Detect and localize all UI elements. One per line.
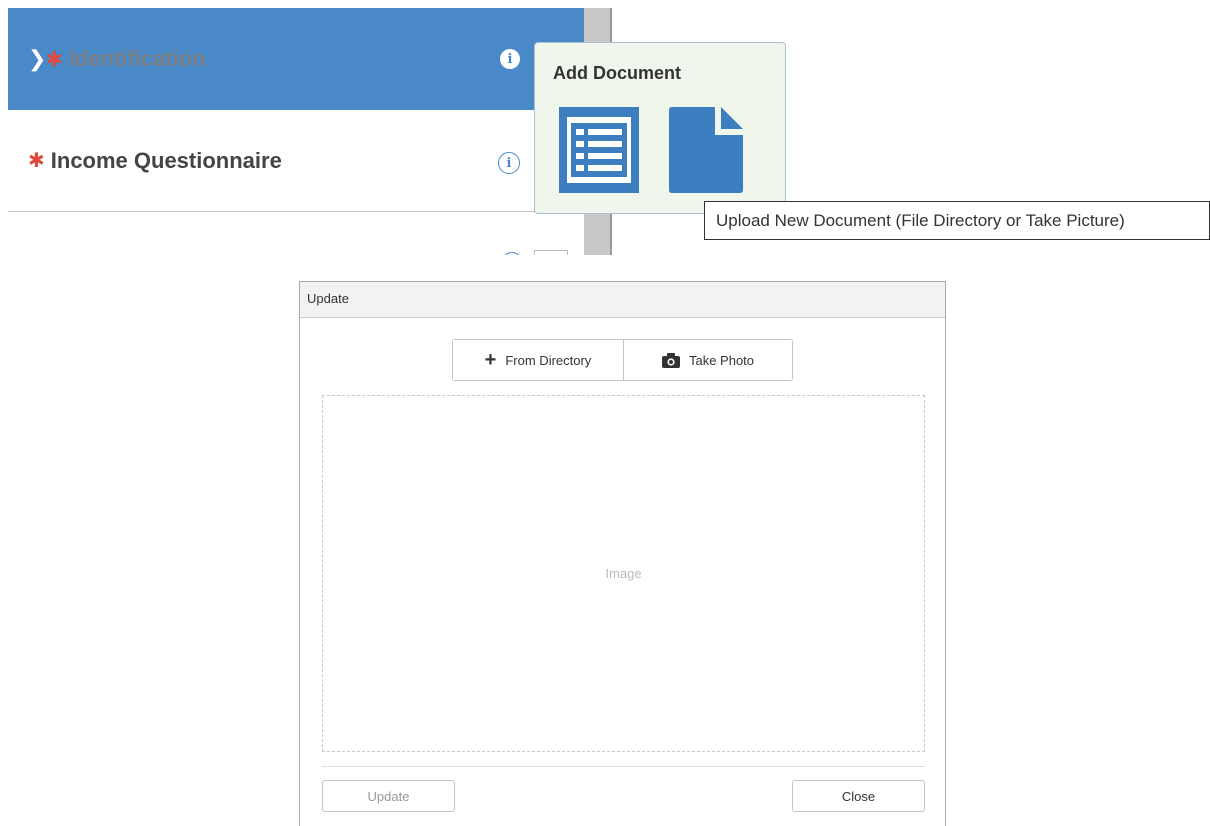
dialog-title: Update: [300, 282, 945, 318]
divider: [322, 766, 925, 767]
take-photo-button[interactable]: Take Photo: [624, 340, 792, 380]
from-directory-label: From Directory: [505, 352, 592, 368]
required-marker: ✱: [46, 48, 63, 71]
file-document-icon[interactable]: [669, 107, 743, 193]
info-icon[interactable]: i: [498, 152, 520, 174]
from-directory-button[interactable]: + From Directory: [453, 340, 624, 380]
close-button[interactable]: Close: [792, 780, 925, 812]
document-item-partial[interactable]: [8, 212, 584, 255]
chevron-right-icon[interactable]: ❯: [28, 46, 46, 72]
image-placeholder: Image: [605, 566, 642, 581]
upload-source-group: + From Directory Take Photo: [452, 339, 793, 381]
upload-tooltip: Upload New Document (File Directory or T…: [704, 201, 1210, 240]
document-label: Identification: [68, 46, 206, 71]
list-document-icon[interactable]: [559, 107, 639, 193]
update-button[interactable]: Update: [322, 780, 455, 812]
take-photo-label: Take Photo: [688, 352, 755, 368]
document-item-identification[interactable]: ❯ ✱ Identification i: [8, 8, 584, 110]
document-label: Income Questionnaire: [50, 147, 282, 173]
update-dialog: Update + From Directory Take Photo Image…: [299, 281, 946, 826]
add-document-popover: Add Document: [534, 42, 786, 214]
info-icon[interactable]: [502, 252, 522, 255]
required-marker: ✱: [28, 150, 45, 172]
document-list: ❯ ✱ Identification i ✱ Income Questionna…: [8, 8, 584, 255]
image-preview-area[interactable]: Image: [322, 395, 925, 752]
checkbox[interactable]: [534, 250, 568, 255]
plus-icon: +: [484, 349, 497, 371]
popover-title: Add Document: [553, 63, 681, 83]
document-item-income-questionnaire[interactable]: ✱ Income Questionnaire i: [8, 110, 584, 212]
camera-icon: [661, 352, 680, 368]
info-icon[interactable]: i: [500, 49, 520, 69]
